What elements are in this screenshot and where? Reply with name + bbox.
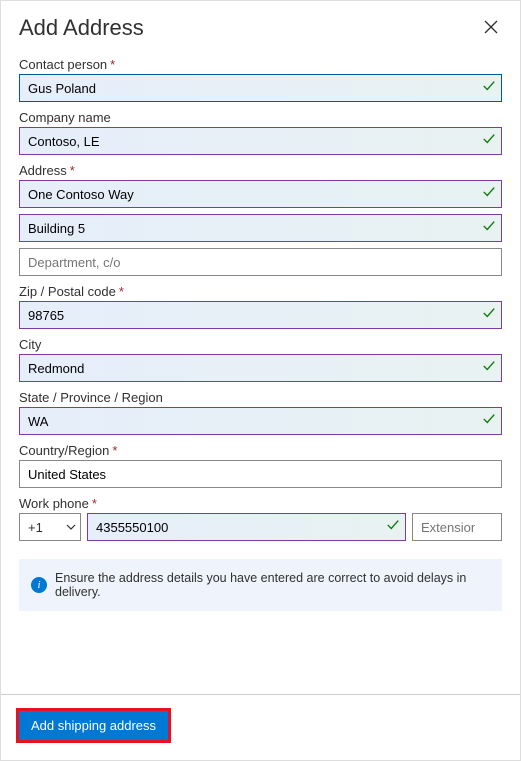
label-text: Country/Region <box>19 443 109 458</box>
address-line3-input[interactable] <box>19 248 502 276</box>
field-city: City <box>19 337 502 382</box>
required-asterisk: * <box>112 443 117 458</box>
panel-footer: Add shipping address <box>1 694 520 760</box>
address-line2-input[interactable] <box>19 214 502 242</box>
phone-country-code-value: +1 <box>28 520 43 535</box>
label-country: Country/Region * <box>19 443 502 458</box>
info-banner: i Ensure the address details you have en… <box>19 559 502 611</box>
label-zip: Zip / Postal code * <box>19 284 502 299</box>
required-asterisk: * <box>92 496 97 511</box>
state-input[interactable] <box>19 407 502 435</box>
required-asterisk: * <box>110 57 115 72</box>
label-text: Contact person <box>19 57 107 72</box>
field-state: State / Province / Region <box>19 390 502 435</box>
info-icon: i <box>31 577 47 593</box>
phone-country-code-select[interactable]: +1 <box>19 513 81 541</box>
label-text: State / Province / Region <box>19 390 163 405</box>
add-address-panel: Add Address Contact person * Company nam… <box>0 0 521 761</box>
form-content: Contact person * Company name Address * <box>1 51 520 694</box>
field-zip: Zip / Postal code * <box>19 284 502 329</box>
label-text: Address <box>19 163 67 178</box>
field-work-phone: Work phone * +1 <box>19 496 502 541</box>
label-text: Zip / Postal code <box>19 284 116 299</box>
required-asterisk: * <box>70 163 75 178</box>
label-address: Address * <box>19 163 502 178</box>
chevron-down-icon <box>66 520 76 535</box>
required-asterisk: * <box>119 284 124 299</box>
panel-header: Add Address <box>1 1 520 51</box>
phone-number-input[interactable] <box>87 513 406 541</box>
field-contact-person: Contact person * <box>19 57 502 102</box>
contact-person-input[interactable] <box>19 74 502 102</box>
label-text: Company name <box>19 110 111 125</box>
field-company-name: Company name <box>19 110 502 155</box>
close-button[interactable] <box>480 16 502 41</box>
country-input[interactable] <box>19 460 502 488</box>
city-input[interactable] <box>19 354 502 382</box>
label-text: Work phone <box>19 496 89 511</box>
phone-extension-input[interactable] <box>412 513 502 541</box>
add-shipping-address-button[interactable]: Add shipping address <box>19 711 168 740</box>
field-address: Address * <box>19 163 502 276</box>
label-contact-person: Contact person * <box>19 57 502 72</box>
label-company-name: Company name <box>19 110 502 125</box>
label-state: State / Province / Region <box>19 390 502 405</box>
zip-input[interactable] <box>19 301 502 329</box>
label-work-phone: Work phone * <box>19 496 502 511</box>
close-icon <box>484 22 498 37</box>
panel-title: Add Address <box>19 15 144 41</box>
label-text: City <box>19 337 41 352</box>
field-country: Country/Region * <box>19 443 502 488</box>
info-message: Ensure the address details you have ente… <box>55 571 490 599</box>
label-city: City <box>19 337 502 352</box>
address-line1-input[interactable] <box>19 180 502 208</box>
company-name-input[interactable] <box>19 127 502 155</box>
